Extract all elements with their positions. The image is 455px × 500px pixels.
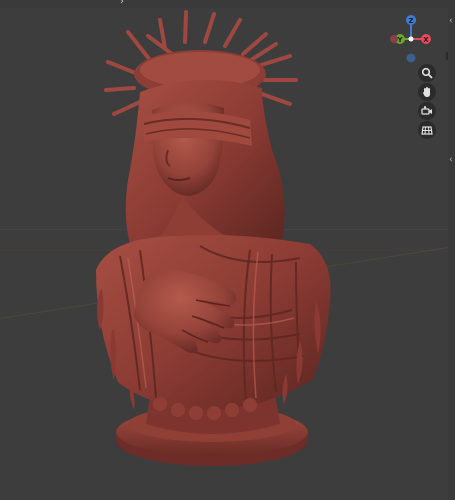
zoom-view-button[interactable]: [418, 64, 436, 82]
pan-view-hand-icon: [423, 87, 430, 97]
pan-view-button[interactable]: [418, 83, 436, 101]
sidebar-divider: [446, 52, 448, 60]
svg-text:X: X: [423, 36, 429, 44]
sidebar-expand-chevron-icon[interactable]: ‹: [449, 16, 455, 26]
3d-viewport[interactable]: › Z X Y ‹ ‹: [0, 0, 455, 500]
header-collapse-chevron-icon[interactable]: ›: [120, 0, 130, 7]
gizmo-neg-x-axis: [390, 35, 398, 43]
toggle-camera-button[interactable]: [418, 102, 436, 120]
gizmo-center: [408, 36, 414, 42]
toggle-ortho-grid-icon: [421, 126, 433, 135]
svg-text:Z: Z: [408, 17, 413, 25]
sidebar-edge[interactable]: [448, 0, 455, 500]
gizmo-neg-z-axis: [406, 53, 416, 63]
sidebar-expand-chevron-icon[interactable]: ‹: [449, 155, 455, 165]
viewport-header: [0, 0, 455, 8]
zoom-view-icon: [421, 67, 433, 79]
toggle-camera-icon: [421, 106, 432, 115]
blender-mode-icon[interactable]: [134, 0, 144, 7]
sculpted-bust-model[interactable]: [0, 0, 455, 500]
navigation-gizmo[interactable]: Z X Y: [386, 14, 436, 66]
toggle-ortho-button[interactable]: [418, 121, 436, 139]
